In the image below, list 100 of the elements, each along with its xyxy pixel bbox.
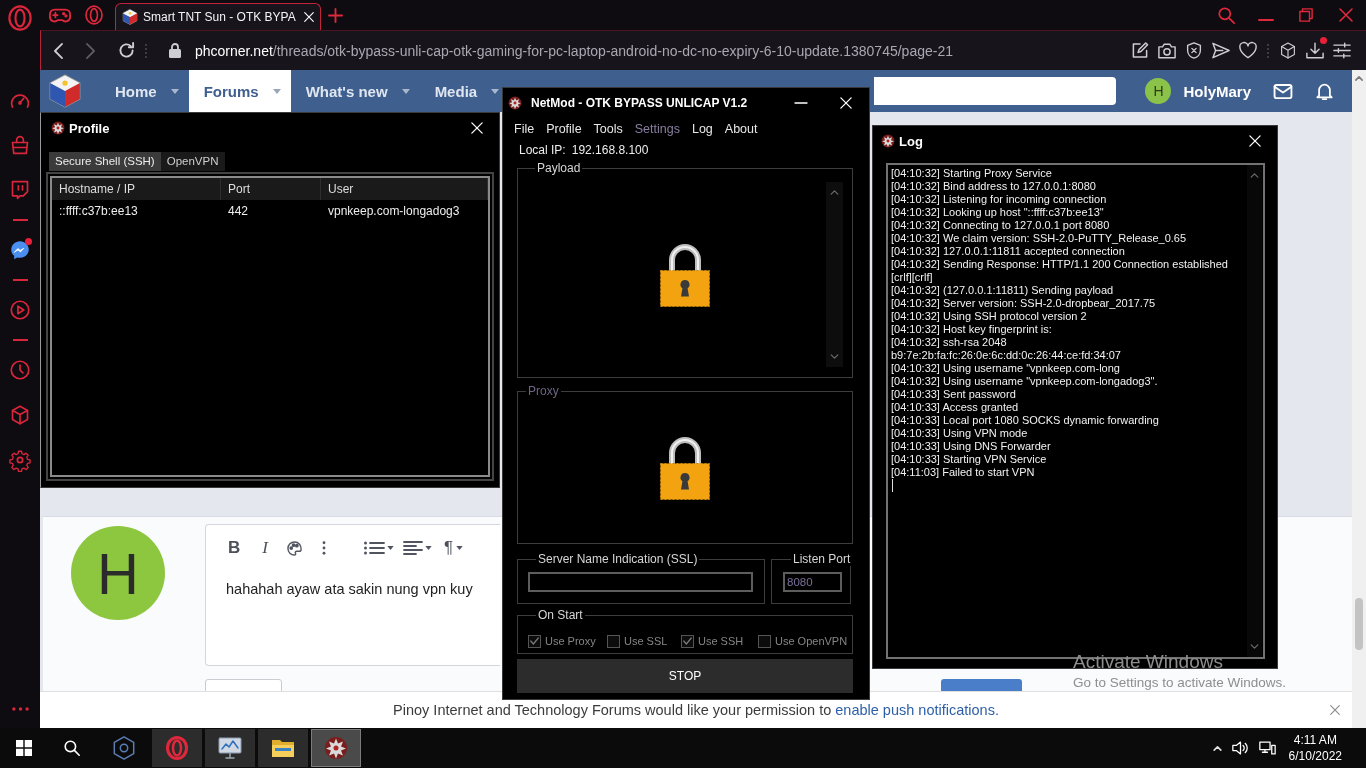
scrollbar-thumb[interactable]	[1355, 598, 1363, 650]
bullet-list-icon[interactable]	[363, 541, 384, 555]
caret-icon[interactable]	[424, 546, 432, 550]
search-icon[interactable]	[64, 740, 80, 756]
checkmark-icon	[530, 637, 539, 645]
log-line: [04:10:32] Bind address to 127.0.0.1:8080	[891, 180, 1097, 193]
nav-tab[interactable]: Forums	[188, 70, 291, 112]
menu-item[interactable]: Tools	[587, 122, 629, 136]
palette-icon[interactable]	[286, 540, 302, 556]
italic-button[interactable]: I	[262, 538, 268, 558]
vertical-dots-icon[interactable]	[321, 541, 326, 555]
cube-logo-icon[interactable]	[48, 74, 82, 108]
log-line: [04:10:33] Using VPN mode	[891, 427, 1029, 440]
scrollbar[interactable]	[1247, 165, 1262, 657]
emblem-icon	[881, 134, 895, 148]
nav-tab[interactable]: Media	[419, 70, 502, 112]
column-header[interactable]: Port	[221, 178, 321, 200]
nav-tab[interactable]: Home	[100, 70, 189, 112]
log-line: [04:10:32] Using username "vpnkeep.com-long	[891, 362, 1121, 375]
stop-button[interactable]: STOP	[517, 659, 853, 693]
caret-up-icon[interactable]	[1212, 745, 1222, 751]
user-avatar: H	[71, 526, 165, 620]
username[interactable]: HolyMary	[1183, 82, 1251, 100]
emblem-icon	[508, 96, 522, 110]
ring-logo-icon[interactable]	[8, 5, 32, 31]
column-header[interactable]: User	[321, 178, 488, 200]
notification-link[interactable]: enable push notifications.	[835, 702, 999, 718]
local-ip-label: Local IP:	[519, 143, 566, 157]
sliders-icon[interactable]	[1332, 42, 1351, 59]
sni-field[interactable]	[528, 572, 753, 592]
back-icon[interactable]	[54, 42, 63, 59]
gamepad-icon[interactable]	[49, 7, 71, 23]
bag-icon[interactable]	[10, 134, 30, 155]
scrollbar[interactable]	[1352, 70, 1366, 728]
paragraph-button[interactable]: ¶	[443, 538, 454, 558]
user-avatar[interactable]: H	[1145, 78, 1172, 104]
browser-tab[interactable]: Smart TNT Sun - OTK BYPA	[115, 3, 321, 30]
heart-icon[interactable]	[1238, 42, 1257, 59]
scrollbar[interactable]	[826, 182, 843, 367]
camera-icon[interactable]	[1157, 42, 1176, 59]
scroll-up-icon[interactable]	[830, 190, 839, 195]
speaker-icon[interactable]	[1231, 741, 1249, 755]
nav-tab[interactable]: What's new	[290, 70, 420, 112]
log-line: [04:10:32] Using username "vpnkeep.com-longadog3".	[891, 375, 1159, 388]
scroll-down-icon[interactable]	[830, 354, 839, 359]
log-line: [04:10:33] Local port 1080 SOCKS dynamic forwarding	[891, 414, 1160, 427]
column-header[interactable]: Hostname / IP	[52, 178, 221, 200]
chat-bolt-icon[interactable]	[10, 239, 30, 260]
tab[interactable]: Secure Shell (SSH)	[49, 152, 161, 171]
reload-icon[interactable]	[118, 42, 135, 59]
caret-icon	[170, 88, 179, 94]
local-ip-value: 192.168.8.100	[571, 143, 649, 157]
chat-box-icon[interactable]	[10, 179, 30, 200]
scroll-up-icon[interactable]	[1355, 76, 1363, 81]
forward-icon[interactable]	[86, 42, 95, 59]
pencil-square-icon[interactable]	[1130, 42, 1149, 59]
clock-date[interactable]: 6/10/2022	[1288, 748, 1342, 764]
download-icon[interactable]	[1305, 42, 1324, 59]
caret-icon[interactable]	[456, 546, 464, 550]
scroll-up-icon[interactable]	[1250, 173, 1259, 178]
menu-item[interactable]: About	[718, 122, 764, 136]
menu-item[interactable]: Profile	[540, 122, 588, 136]
search-field[interactable]	[874, 77, 1117, 105]
log-line: [04:10:32] Connecting to 127.0.0.1 port 8080	[891, 219, 1111, 232]
more-icon[interactable]	[11, 707, 29, 711]
editor-field[interactable]: B I ¶ hahahah ayaw ata sakin nung vpn kuy	[205, 524, 500, 666]
scroll-down-icon[interactable]	[1250, 644, 1259, 649]
send-icon[interactable]	[1211, 42, 1230, 59]
group-label: Proxy	[527, 384, 560, 398]
taskbar-button[interactable]	[311, 729, 361, 767]
network-icon[interactable]	[1258, 741, 1276, 755]
clock-time[interactable]: 4:11 AM	[1293, 732, 1337, 748]
taskbar-button[interactable]	[205, 729, 255, 767]
lock-icon[interactable]	[169, 43, 181, 58]
bell-icon[interactable]	[1316, 82, 1333, 100]
mail-icon[interactable]	[1273, 83, 1293, 99]
hexagon-icon	[112, 736, 136, 760]
clock-icon[interactable]	[10, 359, 30, 380]
cube-icon[interactable]	[1278, 42, 1297, 59]
settings-icon[interactable]	[10, 449, 30, 470]
windows-logo-icon[interactable]	[16, 740, 32, 756]
bold-button[interactable]: B	[228, 538, 241, 558]
table-cell-text: vpnkeep.com-longadog3	[327, 203, 461, 220]
ring-icon[interactable]	[85, 5, 103, 25]
shield-x-icon[interactable]	[1184, 42, 1203, 59]
ring-icon	[165, 736, 189, 760]
log-line: [04:10:32] Using SSH protocol version 2	[891, 310, 1088, 323]
plus-icon[interactable]	[328, 8, 342, 22]
emblem-icon	[324, 736, 348, 760]
menu-item[interactable]: Log	[685, 122, 719, 136]
caret-icon[interactable]	[386, 546, 394, 550]
menu-item[interactable]: File	[508, 122, 541, 136]
taskbar-button[interactable]	[258, 729, 308, 767]
restore-icon[interactable]	[1299, 8, 1313, 22]
log-line: [04:10:32] Looking up host "::ffff:c37b:ee13"	[891, 206, 1105, 219]
group-label: Payload	[536, 161, 582, 175]
align-icon[interactable]	[403, 541, 422, 555]
tab[interactable]: OpenVPN	[160, 152, 225, 171]
play-icon[interactable]	[10, 299, 30, 320]
log-line: [04:10:33] Using DNS Forwarder	[891, 440, 1052, 453]
